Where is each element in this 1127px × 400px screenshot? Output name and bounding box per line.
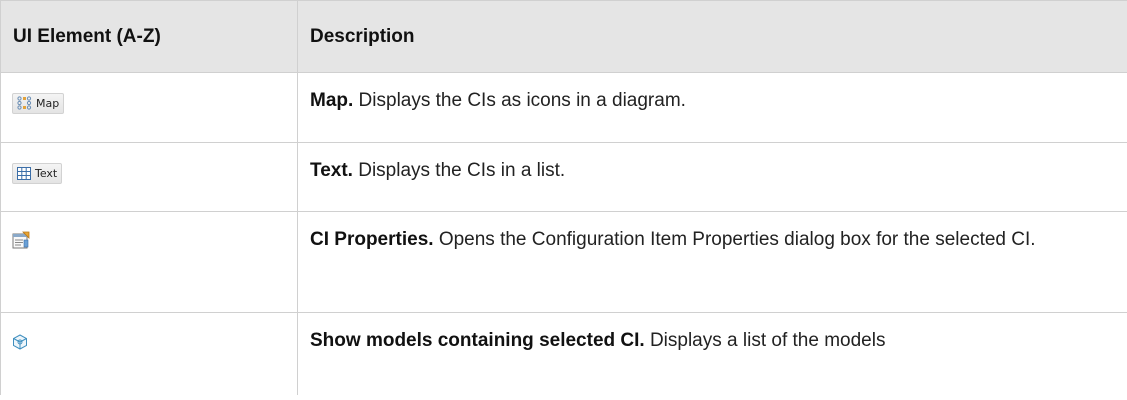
ui-element-cell xyxy=(0,211,298,313)
map-icon xyxy=(17,96,32,110)
map-button-label: Map xyxy=(36,96,60,110)
table-header-row: UI Element (A-Z) Description xyxy=(0,0,1127,73)
description-title: Text. xyxy=(310,160,353,181)
ui-element-cell: Map xyxy=(0,72,298,143)
column-header-ui-element: UI Element (A-Z) xyxy=(0,0,298,73)
ui-elements-table-grid: UI Element (A-Z) Description Map Map. Di… xyxy=(0,0,1127,395)
ui-element-cell xyxy=(0,312,298,395)
description-text: Opens the Configuration Item Properties … xyxy=(433,229,1036,250)
description-title: CI Properties. xyxy=(310,229,434,250)
column-header-description: Description xyxy=(297,0,1127,73)
text-button[interactable]: Text xyxy=(12,163,63,184)
table-row: Map Map. Displays the CIs as icons in a … xyxy=(0,72,1127,143)
table-row: Text Text. Displays the CIs in a list. xyxy=(0,142,1127,212)
ui-elements-table: UI Element (A-Z) Description Map Map. Di… xyxy=(0,0,1127,395)
description-text: Displays a list of the models xyxy=(644,330,886,351)
description-cell: Show models containing selected CI. Disp… xyxy=(297,312,1127,395)
description-title: Show models containing selected CI. xyxy=(310,330,645,351)
description-text: Displays the CIs in a list. xyxy=(352,160,566,181)
table-row: CI Properties. Opens the Configuration I… xyxy=(0,211,1127,313)
ci-properties-icon[interactable] xyxy=(12,228,30,259)
grid-table-icon xyxy=(17,167,31,180)
table-row: Show models containing selected CI. Disp… xyxy=(0,312,1127,395)
description-text: Displays the CIs as icons in a diagram. xyxy=(353,90,686,111)
description-cell: CI Properties. Opens the Configuration I… xyxy=(297,211,1127,313)
description-cell: Map. Displays the CIs as icons in a diag… xyxy=(297,72,1127,143)
description-cell: Text. Displays the CIs in a list. xyxy=(297,142,1127,212)
text-button-label: Text xyxy=(35,167,58,180)
ui-element-cell: Text xyxy=(0,142,298,212)
description-title: Map. xyxy=(310,90,354,111)
models-cube-icon[interactable] xyxy=(12,329,28,360)
map-button[interactable]: Map xyxy=(12,92,65,114)
